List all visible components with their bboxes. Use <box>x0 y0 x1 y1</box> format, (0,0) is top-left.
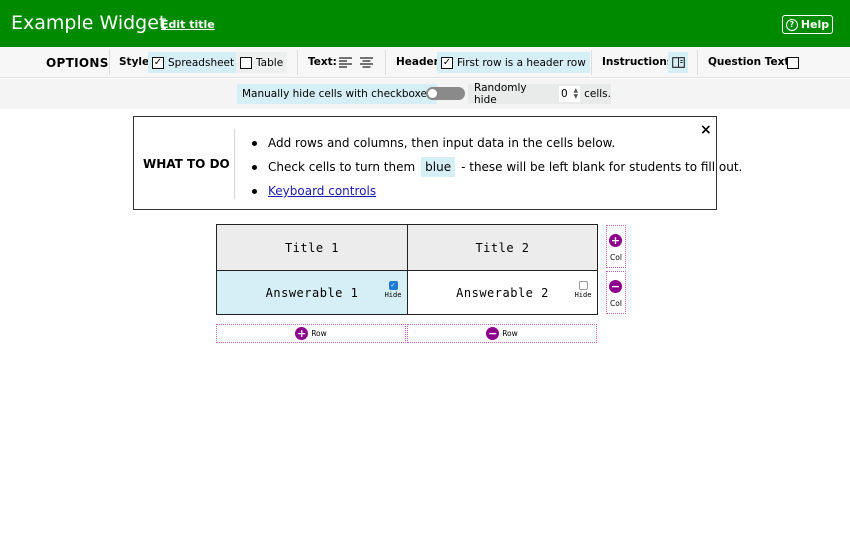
style-spreadsheet-label: Spreadsheet <box>168 56 235 69</box>
hide-checkbox[interactable]: ✓ <box>388 281 398 290</box>
header-row-label: First row is a header row <box>457 56 586 69</box>
bullet-icon <box>252 188 257 194</box>
question-text-label: Question Text: <box>708 56 794 68</box>
header-label: Header: <box>396 56 444 68</box>
close-icon[interactable]: × <box>700 122 712 138</box>
list-item: Add rows and columns, then input data in… <box>252 131 742 155</box>
row-divider <box>217 270 597 271</box>
spinner-icon[interactable]: ▲ ▼ <box>573 88 578 100</box>
table-cell[interactable]: Answerable 2 <box>408 271 597 314</box>
top-bar: Example Widget Edit title ? Help <box>0 0 850 47</box>
random-hide-count-value: 0 <box>560 88 568 100</box>
remove-column-button[interactable]: − Col <box>606 271 626 314</box>
header-cell[interactable]: Title 2 <box>408 225 597 270</box>
bullet-icon <box>252 164 257 170</box>
options-bar: OPTIONS Style: ✓ Spreadsheet Table Text:… <box>0 47 850 78</box>
table-cell[interactable]: Answerable 1 <box>217 271 407 314</box>
minus-icon: − <box>609 280 622 293</box>
manual-hide-toggle[interactable] <box>426 87 465 100</box>
spreadsheet-table: Title 1 Title 2 Answerable 1 ✓ Hide Answ… <box>216 224 598 315</box>
add-column-label: Col <box>610 253 622 262</box>
divider <box>234 129 235 199</box>
add-column-button[interactable]: + Col <box>606 225 626 268</box>
remove-column-label: Col <box>610 299 622 308</box>
plus-icon: + <box>609 234 622 247</box>
hide-controls-bar: Manually hide cells with checkboxes Rand… <box>0 79 850 109</box>
instructions-list: Add rows and columns, then input data in… <box>252 131 742 203</box>
hide-checkbox-group[interactable]: ✓ Hide <box>381 281 405 299</box>
question-text-checkbox[interactable] <box>787 56 799 69</box>
cells-suffix: cells. <box>584 88 611 100</box>
divider <box>385 50 386 75</box>
help-icon: ? <box>785 18 798 31</box>
manual-hide-label[interactable]: Manually hide cells with checkboxes <box>237 84 438 104</box>
hide-label: Hide <box>574 291 592 299</box>
blue-highlight: blue <box>421 157 456 177</box>
style-table-label: Table <box>256 56 284 69</box>
toggle-knob <box>428 89 437 98</box>
random-hide-count-input[interactable]: 0 ▲ ▼ <box>558 86 581 102</box>
divider <box>591 50 592 75</box>
widget-title: Example Widget <box>11 12 167 34</box>
instruction-text: - these will be left blank for students … <box>461 160 743 174</box>
book-icon[interactable] <box>668 52 688 73</box>
instruction-text: Add rows and columns, then input data in… <box>268 136 616 150</box>
style-table-checkbox[interactable] <box>240 56 252 69</box>
divider <box>109 50 110 75</box>
instructions-title: WHAT TO DO <box>143 157 230 171</box>
header-row-checkbox[interactable]: ✓ <box>441 56 453 69</box>
divider <box>297 50 298 75</box>
minus-icon: − <box>486 327 500 340</box>
style-table-option[interactable]: Table <box>236 52 288 73</box>
hide-checkbox[interactable] <box>578 281 588 290</box>
hide-checkbox-group[interactable]: Hide <box>571 281 595 299</box>
edit-title-link[interactable]: Edit title <box>161 18 215 31</box>
random-hide-group: Randomly hide 0 ▲ ▼ cells. <box>468 82 611 106</box>
list-item: Check cells to turn them blue - these wi… <box>252 155 742 179</box>
instructions-label: Instructions: <box>602 56 678 68</box>
bullet-icon <box>252 140 257 146</box>
divider <box>697 50 698 75</box>
text-label: Text: <box>308 56 337 68</box>
align-center-icon[interactable] <box>356 52 376 73</box>
help-button[interactable]: ? Help <box>782 15 833 34</box>
cell-value: Answerable 2 <box>456 285 549 300</box>
plus-icon: + <box>295 327 309 340</box>
style-spreadsheet-checkbox[interactable]: ✓ <box>152 56 164 69</box>
style-spreadsheet-option[interactable]: ✓ Spreadsheet <box>148 52 239 73</box>
align-left-icon[interactable] <box>335 52 355 73</box>
add-row-label: Row <box>311 329 327 338</box>
instructions-panel: WHAT TO DO Add rows and columns, then in… <box>133 116 742 210</box>
hide-label: Hide <box>384 291 402 299</box>
remove-row-label: Row <box>502 329 518 338</box>
options-title: OPTIONS <box>46 56 109 70</box>
keyboard-controls-link[interactable]: Keyboard controls <box>268 182 376 200</box>
instruction-text: Check cells to turn them <box>268 160 416 174</box>
help-label: Help <box>800 18 830 31</box>
cell-value: Answerable 1 <box>265 285 359 300</box>
question-text-option[interactable] <box>783 52 803 73</box>
list-item: Keyboard controls <box>252 179 742 203</box>
add-row-button[interactable]: + Row <box>216 324 406 343</box>
header-cell[interactable]: Title 1 <box>217 225 407 270</box>
remove-row-button[interactable]: − Row <box>407 324 597 343</box>
random-hide-label: Randomly hide <box>474 82 527 106</box>
header-row-option[interactable]: ✓ First row is a header row <box>437 52 590 73</box>
